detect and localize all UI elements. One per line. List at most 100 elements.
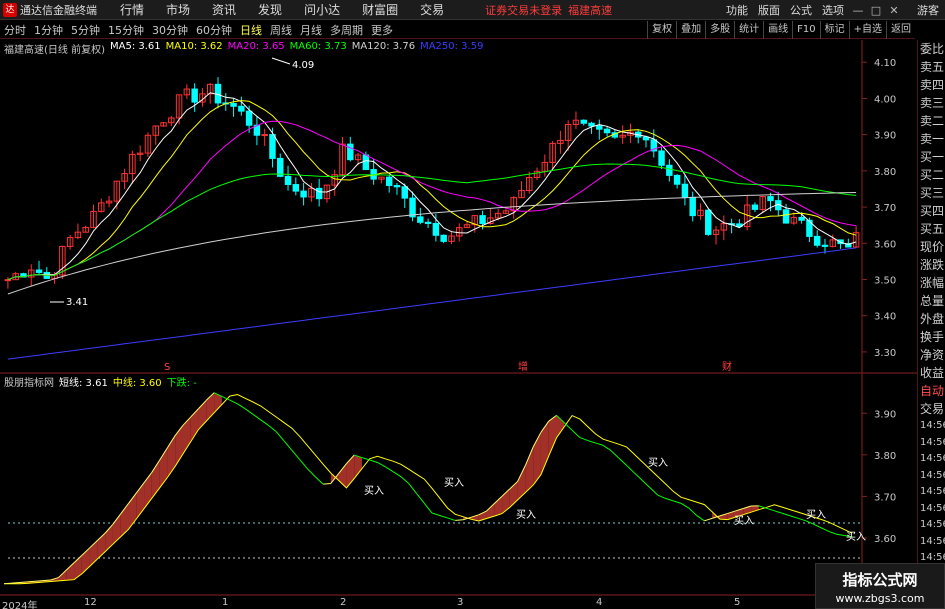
tool-multistock[interactable]: 多股	[705, 21, 734, 39]
period-60min[interactable]: 60分钟	[192, 22, 236, 38]
tool-draw[interactable]: 画线	[763, 21, 792, 39]
candle-body	[751, 204, 759, 210]
menu-trade[interactable]: 交易	[409, 1, 455, 18]
short-line	[3, 582, 12, 585]
chart-area[interactable]: 4.10 4.00 3.90 3.80 3.70 3.60 3.50 3.40 3.30 3.90…	[0, 40, 917, 597]
period-30min[interactable]: 30分钟	[148, 22, 192, 38]
menu-news[interactable]: 资讯	[201, 1, 247, 18]
axis-label: 3.80	[874, 451, 896, 462]
side-item[interactable]: 卖三	[918, 94, 945, 112]
tool-back[interactable]: 返回	[886, 21, 915, 39]
menu-layout[interactable]: 版面	[753, 2, 785, 18]
period-multi[interactable]: 多周期	[326, 22, 367, 38]
menu-market[interactable]: 市场	[155, 1, 201, 18]
tool-f10[interactable]: F10	[792, 21, 819, 39]
short-line	[602, 444, 612, 452]
axis-label: 3.70	[874, 203, 896, 214]
ma250-line	[7, 247, 857, 360]
short-line	[789, 515, 798, 519]
side-item[interactable]: 卖五	[918, 58, 945, 76]
side-item[interactable]: 卖四	[918, 76, 945, 94]
buy-label: 买入	[516, 509, 536, 521]
menu-quotes[interactable]: 行情	[109, 1, 155, 18]
legend-short: 短线: 3.61	[59, 378, 108, 389]
ma20-line	[7, 120, 857, 281]
menu-ask[interactable]: 问小达	[293, 1, 351, 18]
side-item[interactable]: 外盘	[918, 310, 945, 328]
candle-body	[35, 269, 43, 273]
candle-body	[385, 176, 393, 186]
period-intraday[interactable]: 分时	[0, 22, 30, 38]
legend-mid: 中线: 3.60	[112, 378, 162, 389]
buy-label: 买入	[846, 531, 866, 543]
short-line	[244, 408, 254, 415]
candle-body	[479, 215, 486, 225]
short-line	[704, 517, 713, 522]
menu-function[interactable]: 功能	[721, 2, 753, 18]
side-item[interactable]: 自动	[918, 382, 945, 400]
tool-adjust[interactable]: 复权	[647, 21, 676, 39]
legend-down: 下跌: -	[166, 378, 197, 389]
side-item[interactable]: 买四	[918, 202, 945, 220]
period-15min[interactable]: 15分钟	[104, 22, 148, 38]
candle-body	[362, 154, 370, 171]
short-line	[369, 459, 378, 463]
tool-stats[interactable]: 统计	[734, 21, 763, 39]
menu-wealth[interactable]: 财富圈	[351, 1, 409, 18]
side-item[interactable]: 买二	[918, 166, 945, 184]
watermark-title: 指标公式网	[842, 571, 918, 589]
short-line	[252, 413, 262, 421]
side-item[interactable]: 现价	[918, 238, 945, 256]
short-line	[813, 523, 822, 529]
menu-options[interactable]: 选项	[817, 2, 849, 18]
close-icon[interactable]: ✕	[885, 4, 903, 17]
maximize-icon[interactable]: □	[867, 4, 885, 17]
buy-label: 买入	[806, 509, 826, 521]
login-notice[interactable]: 证券交易未登录	[485, 2, 562, 18]
side-item[interactable]: 涨幅	[918, 274, 945, 292]
guest-label[interactable]: 游客	[917, 2, 939, 18]
side-item[interactable]: 净资	[918, 346, 945, 364]
short-line	[19, 581, 28, 583]
side-item[interactable]: 收益	[918, 364, 945, 382]
menu-discover[interactable]: 发现	[247, 1, 293, 18]
candle-body	[588, 122, 595, 127]
menu-formula[interactable]: 公式	[785, 2, 817, 18]
side-item[interactable]: 买一	[918, 148, 945, 166]
candle-body	[284, 175, 292, 186]
side-item[interactable]: 交易	[918, 400, 945, 418]
tool-mark[interactable]: 标记	[819, 21, 849, 39]
side-item[interactable]: 卖一	[918, 130, 945, 148]
period-monthly[interactable]: 月线	[296, 22, 326, 38]
short-line	[11, 581, 20, 584]
buy-label: 买入	[648, 457, 668, 469]
side-time: 14:56	[920, 436, 945, 448]
side-item[interactable]: 总量	[918, 292, 945, 310]
side-item[interactable]: 委比	[918, 40, 945, 58]
side-item[interactable]: 买五	[918, 220, 945, 238]
short-line	[314, 476, 324, 485]
candle-body	[673, 174, 681, 185]
sub-legend-title: 股朋指标网	[4, 378, 54, 389]
period-5min[interactable]: 5分钟	[67, 22, 104, 38]
period-more[interactable]: 更多	[367, 22, 397, 38]
short-line	[774, 510, 783, 514]
tool-add-favorite[interactable]: +自选	[848, 21, 886, 39]
short-line	[610, 450, 620, 459]
candle-body	[292, 184, 300, 192]
candle-body	[432, 223, 440, 236]
period-1min[interactable]: 1分钟	[30, 22, 67, 38]
tool-overlay[interactable]: 叠加	[676, 21, 705, 39]
period-daily[interactable]: 日线	[236, 22, 266, 38]
minimize-icon[interactable]: —	[849, 4, 867, 17]
candle-body	[666, 164, 673, 176]
candle-body	[300, 190, 307, 198]
short-line	[782, 512, 791, 517]
side-item[interactable]: 换手	[918, 328, 945, 346]
side-item[interactable]: 卖二	[918, 112, 945, 130]
side-item[interactable]: 涨跌	[918, 256, 945, 274]
side-item[interactable]: 买三	[918, 184, 945, 202]
axis-label: 3.70	[874, 492, 896, 503]
period-weekly[interactable]: 周线	[266, 22, 296, 38]
short-line	[587, 439, 596, 444]
